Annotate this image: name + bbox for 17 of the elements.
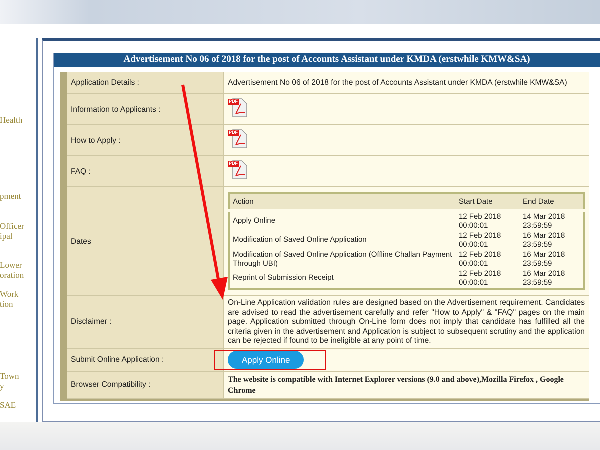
sidebar-link[interactable]: y: [0, 381, 36, 391]
pdf-icon: [230, 160, 248, 180]
sidebar-link[interactable]: ipal: [0, 231, 36, 241]
page-title: Advertisement No 06 of 2018 for the post of Accounts Assistant under KMDA (erstwhile KMW&SA): [54, 53, 600, 67]
sidebar-link[interactable]: Work: [0, 289, 36, 299]
sidebar-link[interactable]: oration: [0, 270, 36, 280]
sidebar-link[interactable]: Lower: [0, 260, 36, 270]
apply-online-button[interactable]: Apply Online: [228, 350, 304, 368]
sidebar-link[interactable]: Town: [0, 371, 36, 381]
field-value: The website is compatible with Internet Explorer versions (9.0 and above),Mozilla Firefox , Google Chrome: [228, 374, 565, 396]
sidebar-link[interactable]: Health: [0, 115, 36, 125]
sidebar-link[interactable]: Officer: [0, 221, 36, 231]
sidebar-link[interactable]: pment: [0, 191, 36, 201]
sidebar-link[interactable]: tion: [0, 299, 36, 309]
pdf-icon: [230, 98, 248, 118]
pdf-icon: [230, 129, 248, 149]
sidebar-link[interactable]: SAE: [0, 400, 36, 410]
